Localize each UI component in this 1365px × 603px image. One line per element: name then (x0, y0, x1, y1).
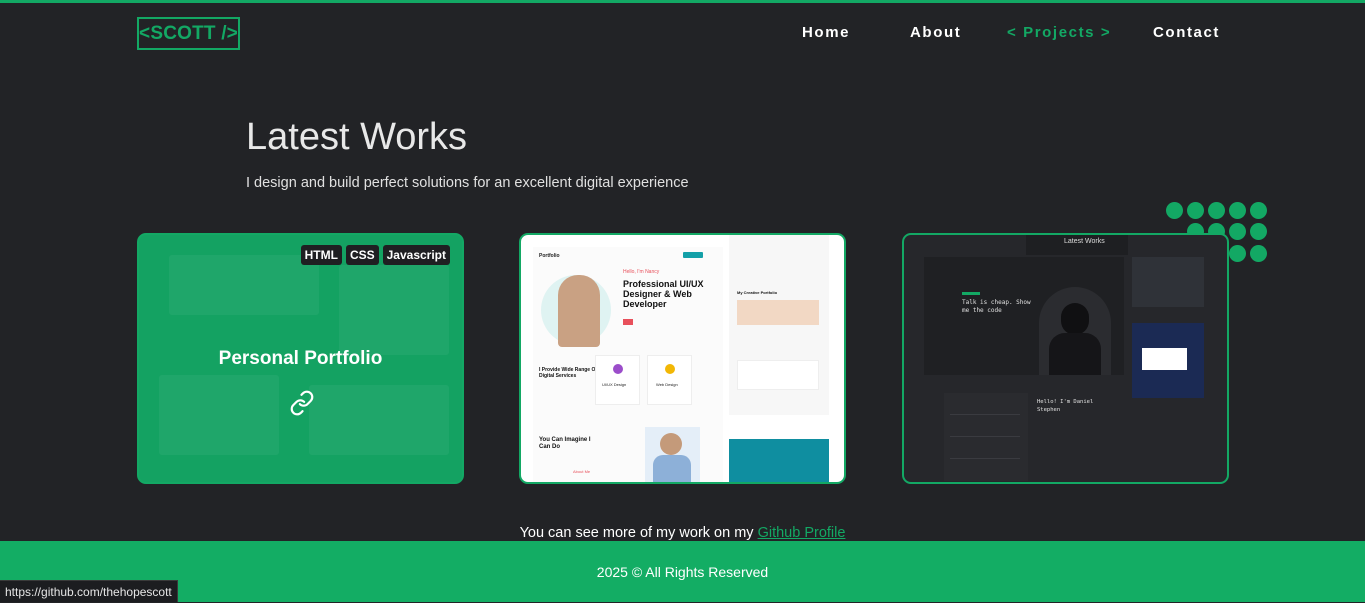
preview-skills-panel (944, 393, 1028, 481)
github-note: You can see more of my work on my Github… (0, 525, 1365, 541)
site-logo[interactable]: <SCOTT /> (137, 17, 240, 50)
nav-about[interactable]: About (910, 24, 961, 44)
preview-headline: Professional UI/UX Designer & Web Develo… (623, 279, 704, 309)
preview-section-imagine: You Can Imagine I Can Do (539, 437, 591, 450)
project-title: Personal Portfolio (218, 348, 383, 369)
nav-home[interactable]: Home (802, 24, 850, 44)
github-profile-link[interactable]: Github Profile (758, 525, 846, 541)
preview-greeting-dark: Hello! I'm Daniel Stephen (1037, 399, 1094, 413)
preview-cta (623, 319, 633, 325)
nav-contact[interactable]: Contact (1153, 24, 1220, 44)
preview-page-right: My Creative Portfolio (729, 235, 829, 482)
preview-contact (729, 415, 829, 439)
preview-section-services: I Provide Wide Range Of Digital Services (539, 367, 598, 379)
preview-service-card: UI/UX Design (595, 355, 640, 405)
project-card-developer-portfolio[interactable]: Latest Works Talk is cheap. Show me the … (902, 233, 1229, 484)
preview-about: About Me (573, 469, 591, 474)
top-accent-line (0, 0, 1365, 3)
preview-testimonials (737, 360, 819, 390)
preview-hire-button (683, 252, 703, 258)
project-card-personal-portfolio[interactable]: HTML CSS Javascript Personal Portfolio (137, 233, 464, 484)
preview-hoodie-figure (1039, 287, 1111, 375)
preview-person-image (558, 275, 600, 347)
footer: 2025 © All Rights Reserved (0, 541, 1365, 602)
preview-person-image-2 (645, 427, 700, 482)
preview-thumb-1 (1132, 257, 1204, 307)
preview-creative-portfolio: My Creative Portfolio (737, 290, 778, 295)
tag-html: HTML (300, 245, 342, 265)
link-icon[interactable] (289, 390, 315, 416)
preview-brand: Portfolio (539, 253, 560, 259)
page-subtitle: I design and build perfect solutions for… (246, 175, 689, 191)
preview-header-title: Latest Works (1064, 238, 1105, 245)
nav-projects[interactable]: < Projects > (1007, 24, 1111, 44)
preview-page-left: Portfolio Hello, I'm Nancy Professional … (533, 247, 723, 482)
project-card-uiux-portfolio[interactable]: Portfolio Hello, I'm Nancy Professional … (519, 233, 846, 484)
preview-greeting: Hello, I'm Nancy (623, 269, 660, 275)
footer-copyright: 2025 © All Rights Reserved (596, 564, 769, 580)
preview-hero: Talk is cheap. Show me the code (924, 257, 1124, 375)
github-note-text: You can see more of my work on my (519, 525, 758, 541)
preview-footer (729, 439, 829, 482)
tag-javascript: Javascript (382, 245, 450, 265)
preview-service-card: Web Design (647, 355, 692, 405)
page-title: Latest Works (246, 116, 468, 158)
tag-css: CSS (345, 245, 379, 265)
preview-thumb-2 (1132, 323, 1204, 398)
preview-tagline: Talk is cheap. Show me the code (962, 299, 1031, 314)
preview-gallery (737, 300, 819, 325)
browser-status-url: https://github.com/thehopescott (0, 580, 178, 602)
tech-tags: HTML CSS Javascript (300, 245, 450, 265)
